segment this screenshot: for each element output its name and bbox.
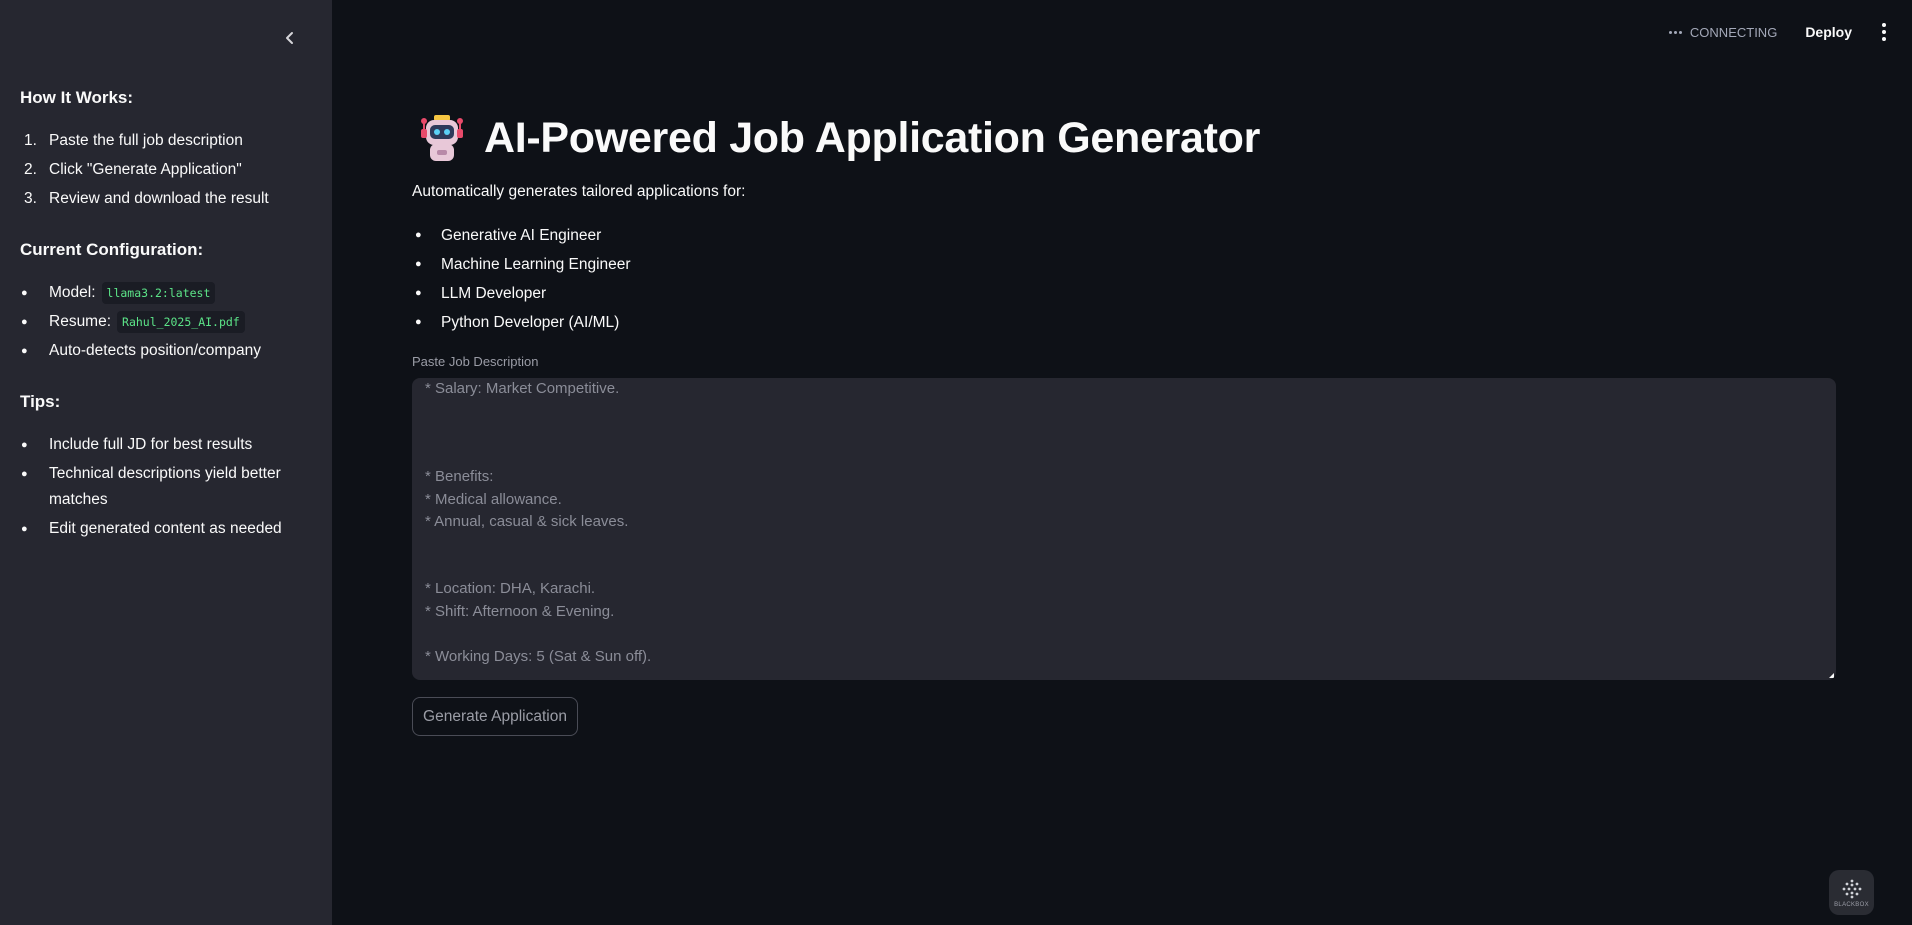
config-list: ● Model: llama3.2:latest ● Resume: Rahul_202…: [20, 280, 312, 367]
page-subtitle: Automatically generates tailored applica…: [412, 183, 746, 200]
list-item: ● Model: llama3.2:latest: [20, 280, 312, 306]
chevron-left-icon: [286, 32, 293, 44]
bullet: ●: [415, 316, 422, 328]
top-toolbar: CONNECTING Deploy: [1668, 18, 1890, 46]
roles-list: ● Generative AI Engineer ● Machine Learnin…: [412, 221, 631, 337]
role-text: Machine Learning Engineer: [441, 256, 631, 273]
job-description-textarea[interactable]: * Salary: Market Competitive. * Benefits…: [412, 378, 1836, 680]
tips-heading: Tips:: [20, 392, 61, 411]
jd-line: * Benefits:: [425, 468, 494, 485]
step-number: 3.: [24, 190, 37, 207]
jd-line: * Annual, casual & sick leaves.: [425, 513, 629, 530]
jd-line: * Medical allowance.: [425, 491, 562, 508]
resume-value: Rahul_2025_AI.pdf: [117, 311, 245, 333]
bullet: ●: [21, 316, 28, 328]
model-value: llama3.2:latest: [101, 282, 216, 304]
list-item: 3. Review and download the result: [20, 186, 312, 212]
bullet: ●: [415, 287, 422, 299]
bullet: ●: [415, 258, 422, 270]
list-item: ● Auto-detects position/company: [20, 338, 312, 364]
auto-detect-text: Auto-detects position/company: [49, 342, 261, 359]
step-number: 2.: [24, 161, 37, 178]
step-text: Review and download the result: [49, 190, 269, 207]
bullet: ●: [21, 523, 28, 535]
list-item: ● Machine Learning Engineer: [412, 250, 631, 279]
status-text: CONNECTING: [1689, 24, 1778, 40]
blackbox-badge[interactable]: BLACKBOX: [1829, 870, 1874, 915]
resize-handle[interactable]: [1829, 673, 1834, 678]
bullet: ●: [21, 287, 28, 299]
tips-list: ● Include full JD for best results ● Techn…: [20, 432, 312, 545]
kebab-menu-icon[interactable]: [1878, 21, 1890, 43]
model-label: Model:: [49, 284, 96, 301]
step-number: 1.: [24, 132, 37, 149]
robot-icon: [421, 115, 463, 161]
bullet: ●: [21, 468, 28, 480]
generate-application-button[interactable]: Generate Application: [412, 697, 578, 736]
collapse-sidebar-button[interactable]: [276, 24, 304, 52]
bullet: ●: [21, 439, 28, 451]
list-item: 2. Click "Generate Application": [20, 157, 312, 183]
list-item: 1. Paste the full job description: [20, 128, 312, 154]
bullet: ●: [21, 345, 28, 357]
jd-line: * Shift: Afternoon & Evening.: [425, 603, 615, 620]
list-item: ● Python Developer (AI/ML): [412, 308, 631, 337]
page-title: AI-Powered Job Application Generator: [484, 113, 1261, 162]
sidebar: How It Works: 1. Paste the full job descr…: [0, 0, 332, 925]
tip-text: Include full JD for best results: [49, 436, 253, 453]
jd-line: * Working Days: 5 (Sat & Sun off).: [425, 648, 652, 665]
list-item: ● Technical descriptions yield better mat…: [20, 461, 312, 513]
jd-line: * Location: DHA, Karachi.: [425, 580, 596, 597]
badge-text: BLACKBOX: [1834, 901, 1869, 908]
title-row: AI-Powered Job Application Generator: [418, 113, 1260, 163]
step-text: Paste the full job description: [49, 132, 243, 149]
jd-line: * Salary: Market Competitive.: [425, 380, 620, 397]
ellipsis-icon: [1668, 30, 1682, 34]
job-description-label: Paste Job Description: [412, 354, 539, 369]
resume-label: Resume:: [49, 313, 112, 330]
tip-text: Technical descriptions yield better matc…: [49, 465, 281, 508]
how-it-works-heading: How It Works:: [20, 88, 134, 107]
role-text: Python Developer (AI/ML): [441, 314, 620, 331]
list-item: ● Edit generated content as needed: [20, 516, 312, 542]
bullet: ●: [415, 229, 422, 241]
blackbox-logo-icon: [1842, 879, 1861, 898]
steps-list: 1. Paste the full job description 2. Click…: [20, 128, 312, 215]
role-text: Generative AI Engineer: [441, 227, 602, 244]
config-heading: Current Configuration:: [20, 240, 204, 259]
list-item: ● Include full JD for best results: [20, 432, 312, 458]
role-text: LLM Developer: [441, 285, 547, 302]
list-item: ● LLM Developer: [412, 279, 631, 308]
deploy-button[interactable]: Deploy: [1805, 24, 1852, 40]
list-item: ● Generative AI Engineer: [412, 221, 631, 250]
step-text: Click "Generate Application": [49, 161, 242, 178]
connection-status: CONNECTING: [1668, 24, 1778, 40]
tip-text: Edit generated content as needed: [49, 520, 282, 537]
list-item: ● Resume: Rahul_2025_AI.pdf: [20, 309, 312, 335]
